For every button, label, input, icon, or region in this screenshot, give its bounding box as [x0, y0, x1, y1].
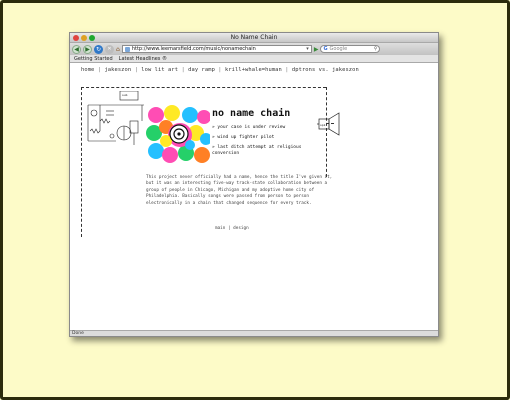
nav-link-dptrons-vs-jakeszon[interactable]: dptrons vs. jakeszon	[292, 67, 359, 73]
site-favicon-icon	[124, 46, 130, 52]
search-icon[interactable]: ⚲	[374, 46, 378, 52]
status-bar: Done	[70, 330, 438, 336]
project-description: This project never officially had a name…	[146, 175, 333, 206]
schematic-border-left	[81, 87, 82, 237]
svg-text:sub: sub	[122, 93, 128, 97]
circuit-schematic-illustration: sub	[87, 91, 144, 145]
forward-button[interactable]: ▶	[83, 44, 92, 54]
track-link-your-case-is-under-review[interactable]: » your case is under review	[212, 125, 312, 131]
page-content: home | jakeszon | low lit art | day ramp…	[70, 63, 438, 321]
nav-link-krill-whale-human[interactable]: krill+whale=human	[225, 67, 282, 73]
browser-window: No Name Chain ◀ ▶ ↻ ✕ ⌂ http://www.leema…	[69, 32, 439, 337]
search-field[interactable]: G Google ⚲	[320, 45, 381, 53]
page-title: no name chain	[212, 108, 291, 119]
title-bar: No Name Chain	[70, 33, 438, 43]
nav-link-jakeszon[interactable]: jakeszon	[104, 67, 131, 73]
back-button[interactable]: ◀	[72, 44, 81, 54]
window-title: No Name Chain	[230, 34, 278, 41]
footer-separator: |	[227, 226, 231, 231]
speaker-icon: spk	[317, 112, 340, 136]
bookmark-latest-headlines[interactable]: Latest Headlines ®	[119, 56, 167, 62]
address-bar[interactable]: http://www.leemarsfield.com/music/noname…	[121, 45, 312, 53]
reload-button[interactable]: ↻	[94, 44, 103, 54]
bookmarks-bar: Getting Started Latest Headlines ®	[70, 55, 438, 63]
home-button[interactable]: ⌂	[116, 45, 120, 54]
stop-button[interactable]: ✕	[105, 44, 114, 54]
go-button[interactable]: ▶	[314, 46, 319, 53]
track-list: » your case is under review » wind up fi…	[212, 125, 312, 161]
nav-link-home[interactable]: home	[81, 67, 94, 73]
album-art-image	[146, 105, 210, 163]
google-icon: G	[323, 46, 328, 52]
svg-text:spk: spk	[320, 123, 326, 127]
site-nav: home | jakeszon | low lit art | day ramp…	[81, 67, 359, 73]
url-text[interactable]: http://www.leemarsfield.com/music/noname…	[132, 46, 304, 52]
track-link-wind-up-fighter-pilot[interactable]: » wind up fighter pilot	[212, 135, 312, 141]
footer-links: main | design	[215, 226, 249, 231]
track-link-last-ditch-attempt[interactable]: » last ditch attempt at religious conver…	[212, 145, 312, 157]
chevron-down-icon[interactable]: ▾	[306, 46, 309, 52]
nav-link-low-lit-art[interactable]: low lit art	[141, 67, 178, 73]
schematic-border-top	[81, 87, 326, 88]
footer-link-design[interactable]: design	[233, 226, 249, 231]
nav-link-day-ramp[interactable]: day ramp	[188, 67, 215, 73]
footer-link-main[interactable]: main	[215, 226, 225, 231]
navigation-toolbar: ◀ ▶ ↻ ✕ ⌂ http://www.leemarsfield.com/mu…	[70, 43, 438, 55]
bookmark-getting-started[interactable]: Getting Started	[74, 56, 113, 62]
search-placeholder[interactable]: Google	[330, 46, 372, 52]
